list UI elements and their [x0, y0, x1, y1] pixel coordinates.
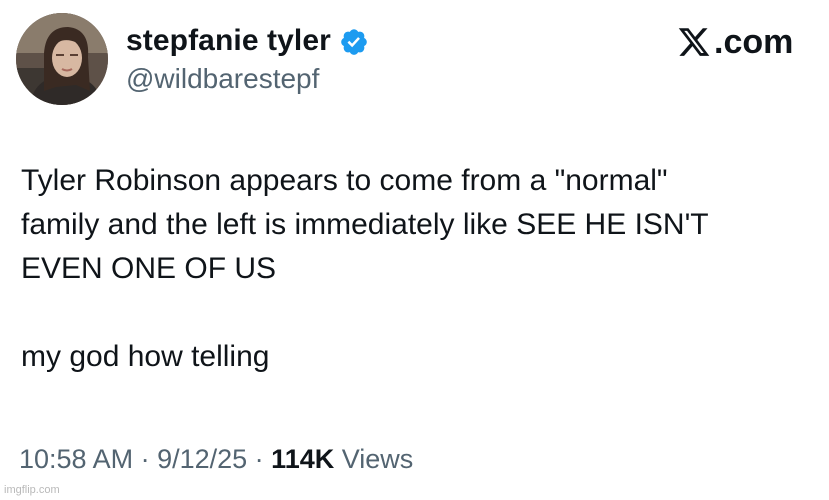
- tweet-date[interactable]: 9/12/25: [157, 444, 247, 474]
- x-logo-icon: [678, 28, 710, 56]
- meta-separator: ·: [247, 444, 272, 474]
- tweet-meta: 10:58 AM · 9/12/25 · 114K Views: [19, 444, 413, 475]
- meta-separator: ·: [133, 444, 158, 474]
- tweet-text: Tyler Robinson appears to come from a "n…: [21, 159, 811, 379]
- x-com-logo: .com: [676, 22, 793, 62]
- tweet-line: Tyler Robinson appears to come from a "n…: [21, 164, 668, 197]
- author-display-name[interactable]: stepfanie tyler: [126, 24, 331, 58]
- watermark: imgflip.com: [4, 484, 60, 496]
- author-handle[interactable]: @wildbarestepf: [126, 63, 319, 95]
- brand-label: .com: [714, 22, 794, 61]
- verified-badge-icon: [341, 29, 367, 55]
- profile-photo: [16, 13, 108, 105]
- views-count: 114K: [271, 444, 335, 474]
- tweet-closing-line: my god how telling: [21, 340, 270, 373]
- avatar[interactable]: [16, 13, 108, 105]
- views-label: Views: [334, 444, 414, 474]
- tweet-line: family and the left is immediately like …: [21, 208, 709, 241]
- tweet-line: EVEN ONE OF US: [21, 252, 277, 285]
- tweet-time[interactable]: 10:58 AM: [19, 444, 133, 474]
